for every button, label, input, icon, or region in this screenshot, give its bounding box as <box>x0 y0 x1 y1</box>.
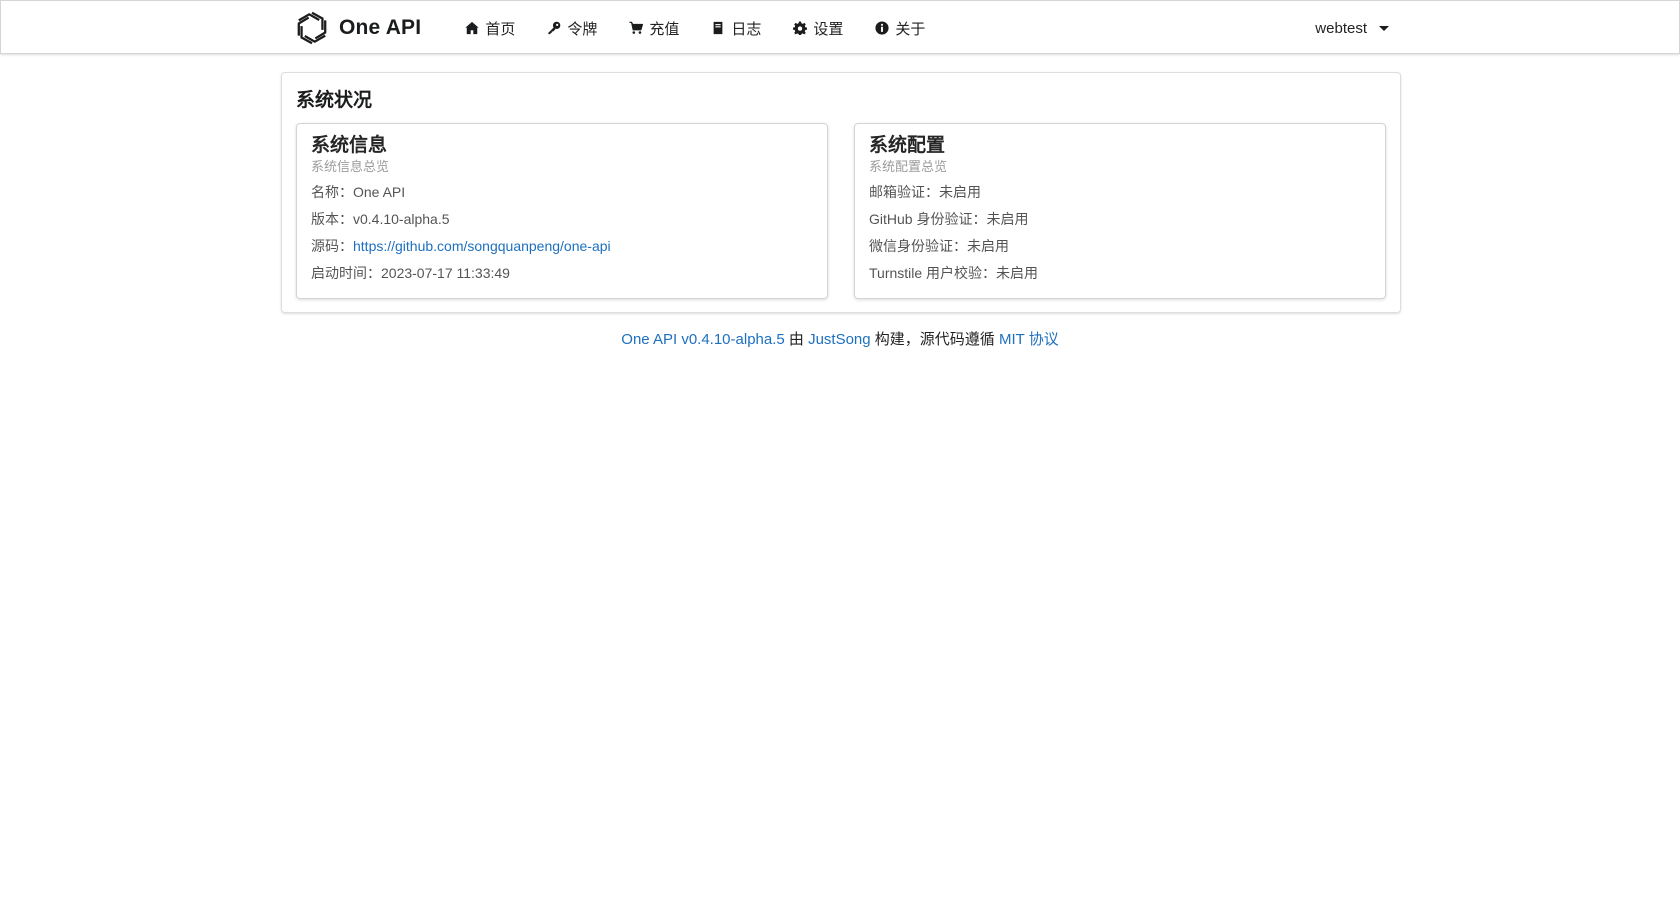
footer-text: 由 <box>784 331 809 348</box>
cart-icon <box>629 21 644 34</box>
nav-item-label: 日志 <box>731 20 762 38</box>
caret-down-icon <box>1379 25 1389 31</box>
nav-item-label: 充值 <box>649 20 680 38</box>
navbar-container: One API 首页 令牌 充值 日志 设置 关于 webtest <box>281 1 1401 55</box>
config-row-email-verification: 邮箱验证：未启用 <box>869 184 981 200</box>
info-row-start-time: 启动时间：2023-07-17 11:33:49 <box>311 260 813 287</box>
card-header: 系统信息 <box>311 135 388 156</box>
footer-author-link[interactable]: JustSong <box>808 331 871 348</box>
config-row-wechat-auth: 微信身份验证：未启用 <box>869 238 1009 254</box>
footer-text: 构建，源代码遵循 <box>870 331 999 348</box>
footer-license-link[interactable]: MIT 协议 <box>999 331 1059 348</box>
row-label: 源码： <box>311 238 353 254</box>
nav-item-settings[interactable]: 设置 <box>777 1 859 55</box>
user-dropdown[interactable]: webtest <box>1299 1 1401 55</box>
info-row-version: 版本：v0.4.10-alpha.5 <box>311 206 813 233</box>
brand-link[interactable]: One API <box>281 1 433 55</box>
row-label: 名称： <box>311 184 353 200</box>
nav-item-tokens[interactable]: 令牌 <box>531 1 613 55</box>
row-value: v0.4.10-alpha.5 <box>353 211 450 227</box>
brand-name: One API <box>339 16 422 39</box>
info-icon <box>875 21 889 35</box>
card-header: 系统配置 <box>869 135 946 156</box>
nav-item-topup[interactable]: 充值 <box>613 1 695 55</box>
nav-item-label: 关于 <box>895 20 926 38</box>
system-info-card: 系统信息 系统信息总览 名称：One API 版本：v0.4.10-alpha.… <box>296 123 828 299</box>
page-title: 系统状况 <box>296 90 373 111</box>
gear-icon <box>793 21 808 35</box>
openai-logo-icon <box>297 11 327 45</box>
row-label: 版本： <box>311 211 353 227</box>
nav-item-home[interactable]: 首页 <box>449 1 531 55</box>
key-icon <box>548 21 561 35</box>
config-row-github-auth: GitHub 身份验证：未启用 <box>869 211 1029 227</box>
footer: One API v0.4.10-alpha.5 由 JustSong 构建，源代… <box>0 328 1680 352</box>
row-value: One API <box>353 184 406 200</box>
nav-item-logs[interactable]: 日志 <box>695 1 777 55</box>
home-icon <box>465 21 479 35</box>
nav-item-label: 设置 <box>813 20 844 38</box>
footer-project-link[interactable]: One API v0.4.10-alpha.5 <box>621 331 784 348</box>
status-cards: 系统信息 系统信息总览 名称：One API 版本：v0.4.10-alpha.… <box>296 123 1386 299</box>
nav-item-label: 首页 <box>485 20 516 38</box>
row-value: 2023-07-17 11:33:49 <box>381 265 510 281</box>
row-label: 启动时间： <box>311 265 381 281</box>
source-link[interactable]: https://github.com/songquanpeng/one-api <box>353 238 611 254</box>
nav-item-about[interactable]: 关于 <box>859 1 941 55</box>
card-meta: 系统配置总览 <box>869 159 948 174</box>
nav-item-label: 令牌 <box>567 20 598 38</box>
card-meta: 系统信息总览 <box>311 159 390 174</box>
system-config-card: 系统配置 系统配置总览 邮箱验证：未启用 GitHub 身份验证：未启用 微信身… <box>854 123 1386 299</box>
config-row-turnstile: Turnstile 用户校验：未启用 <box>869 265 1039 281</box>
book-icon <box>713 21 723 35</box>
username: webtest <box>1315 19 1367 37</box>
info-row-name: 名称：One API <box>311 179 813 206</box>
system-status-segment: 系统状况 系统信息 系统信息总览 名称：One API 版本：v0.4.10-a… <box>281 72 1401 313</box>
info-row-source: 源码：https://github.com/songquanpeng/one-a… <box>311 233 813 260</box>
main-nav: 首页 令牌 充值 日志 设置 关于 <box>449 1 941 55</box>
top-navbar: One API 首页 令牌 充值 日志 设置 关于 webtest <box>0 0 1680 54</box>
